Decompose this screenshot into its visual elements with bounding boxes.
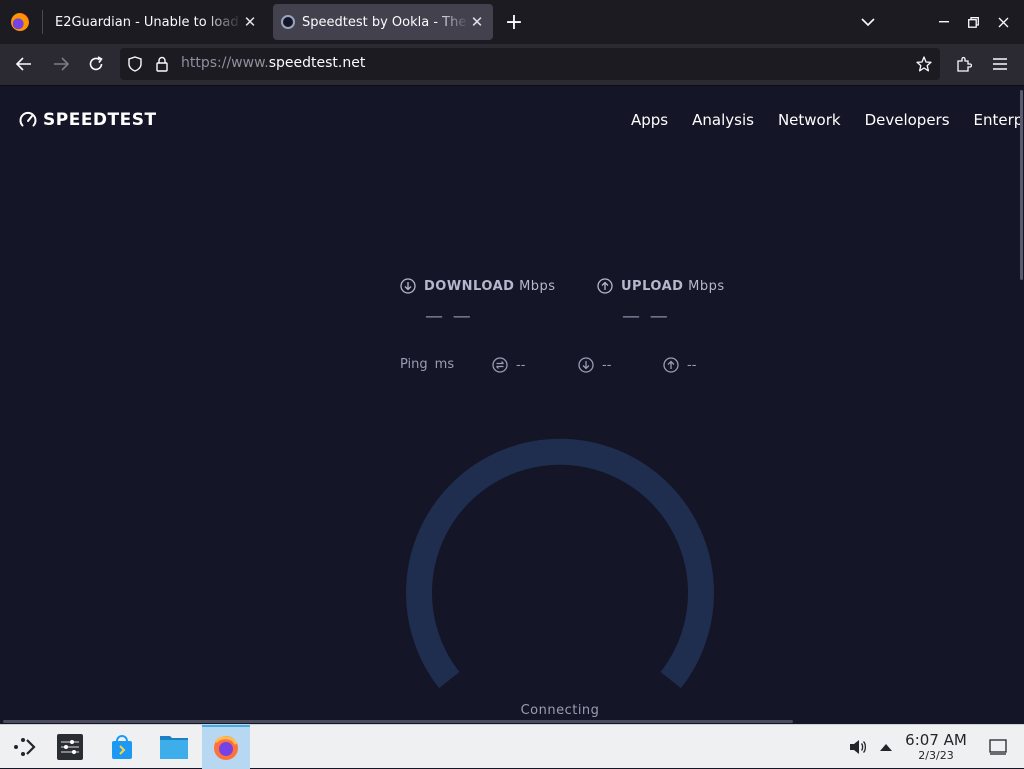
firefox-taskbar-icon[interactable] <box>202 725 250 769</box>
reload-icon[interactable] <box>86 54 106 74</box>
site-nav: Apps Analysis Network Developers Enterpr… <box>631 111 1024 129</box>
upload-unit: Mbps <box>688 278 725 294</box>
system-settings-icon[interactable] <box>46 725 94 769</box>
clock-date: 2/3/23 <box>918 749 954 762</box>
url-host: speedtest.net <box>268 55 366 71</box>
clock[interactable]: 6:07 AM 2/3/23 <box>896 731 976 763</box>
ping-upload-value: -- <box>687 357 697 373</box>
download-label: DOWNLOAD <box>424 278 515 294</box>
file-manager-icon[interactable] <box>150 725 198 769</box>
new-tab-icon[interactable]: + <box>503 10 525 35</box>
ping-label-group: Ping ms <box>400 357 454 372</box>
ping-idle-value: -- <box>516 357 526 373</box>
application-launcher-icon[interactable] <box>0 725 48 769</box>
tracking-protection-shield-icon[interactable] <box>126 55 144 73</box>
tab-separator <box>42 10 43 34</box>
forward-icon[interactable] <box>51 54 71 74</box>
url-bar[interactable]: https://www.speedtest.net <box>120 48 940 80</box>
ping-idle-icon <box>492 357 508 373</box>
close-window-icon[interactable] <box>993 12 1013 32</box>
bookmark-star-icon[interactable] <box>915 55 933 73</box>
navigation-toolbar: https://www.speedtest.net <box>0 44 1024 86</box>
upload-value: — — <box>622 306 670 327</box>
connection-status: Connecting <box>520 703 600 718</box>
tab-speedtest[interactable]: Speedtest by Ookla - The Global Broadban… <box>273 4 493 40</box>
speedtest-page: SPEEDTEST Apps Analysis Network Develope… <box>0 86 1024 724</box>
speedtest-gauge-icon <box>19 111 37 127</box>
taskbar: 6:07 AM 2/3/23 <box>0 724 1024 769</box>
extensions-icon[interactable] <box>954 54 974 74</box>
download-value: — — <box>425 306 473 327</box>
tab-title: Speedtest by Ookla - The Global Broadban… <box>302 14 469 30</box>
nav-network[interactable]: Network <box>778 111 841 129</box>
speedtest-logo[interactable]: SPEEDTEST <box>18 110 157 130</box>
tab-strip: E2Guardian - Unable to load web page ✕ S… <box>0 0 1024 44</box>
nav-developers[interactable]: Developers <box>865 111 950 129</box>
url-text[interactable]: https://www.speedtest.net <box>181 55 365 71</box>
app-menu-hamburger-icon[interactable] <box>990 54 1010 74</box>
tab-title: E2Guardian - Unable to load web page <box>55 14 242 30</box>
ping-upload: -- <box>663 357 696 373</box>
download-arrow-icon <box>400 278 416 294</box>
list-tabs-chevron-icon[interactable] <box>858 12 878 32</box>
ping-idle: -- <box>492 357 525 373</box>
upload-arrow-icon <box>597 278 613 294</box>
nav-enterprise[interactable]: Enterprise <box>974 111 1024 129</box>
close-tab-icon[interactable]: ✕ <box>242 13 258 31</box>
clock-time: 6:07 AM <box>905 731 967 749</box>
upload-label: UPLOAD <box>621 278 684 294</box>
nav-apps[interactable]: Apps <box>631 111 668 129</box>
speed-gauge-arc <box>406 438 714 689</box>
ping-unit: ms <box>434 357 455 372</box>
show-desktop-icon[interactable] <box>974 725 1022 769</box>
tab-e2guardian[interactable]: E2Guardian - Unable to load web page ✕ <box>44 4 266 40</box>
minimize-icon[interactable] <box>934 12 954 32</box>
restore-icon[interactable] <box>963 12 983 32</box>
download-unit: Mbps <box>519 278 556 294</box>
close-tab-icon[interactable]: ✕ <box>469 13 485 31</box>
ping-label: Ping <box>400 357 428 372</box>
download-metric: DOWNLOAD Mbps <box>400 278 556 294</box>
ping-download: -- <box>578 357 611 373</box>
logo-text: SPEEDTEST <box>43 110 157 130</box>
speedtest-favicon-icon <box>281 15 295 29</box>
upload-metric: UPLOAD Mbps <box>597 278 725 294</box>
ping-download-icon <box>578 357 594 373</box>
back-icon[interactable] <box>14 54 34 74</box>
vertical-scrollbar[interactable] <box>1020 90 1023 280</box>
nav-analysis[interactable]: Analysis <box>692 111 754 129</box>
lock-icon[interactable] <box>153 55 171 73</box>
horizontal-scrollbar[interactable] <box>3 720 793 723</box>
ping-upload-icon <box>663 357 679 373</box>
firefox-menu-icon[interactable] <box>11 13 29 31</box>
discover-store-icon[interactable] <box>98 725 146 769</box>
ping-download-value: -- <box>602 357 612 373</box>
url-prefix: https://www. <box>181 55 269 71</box>
